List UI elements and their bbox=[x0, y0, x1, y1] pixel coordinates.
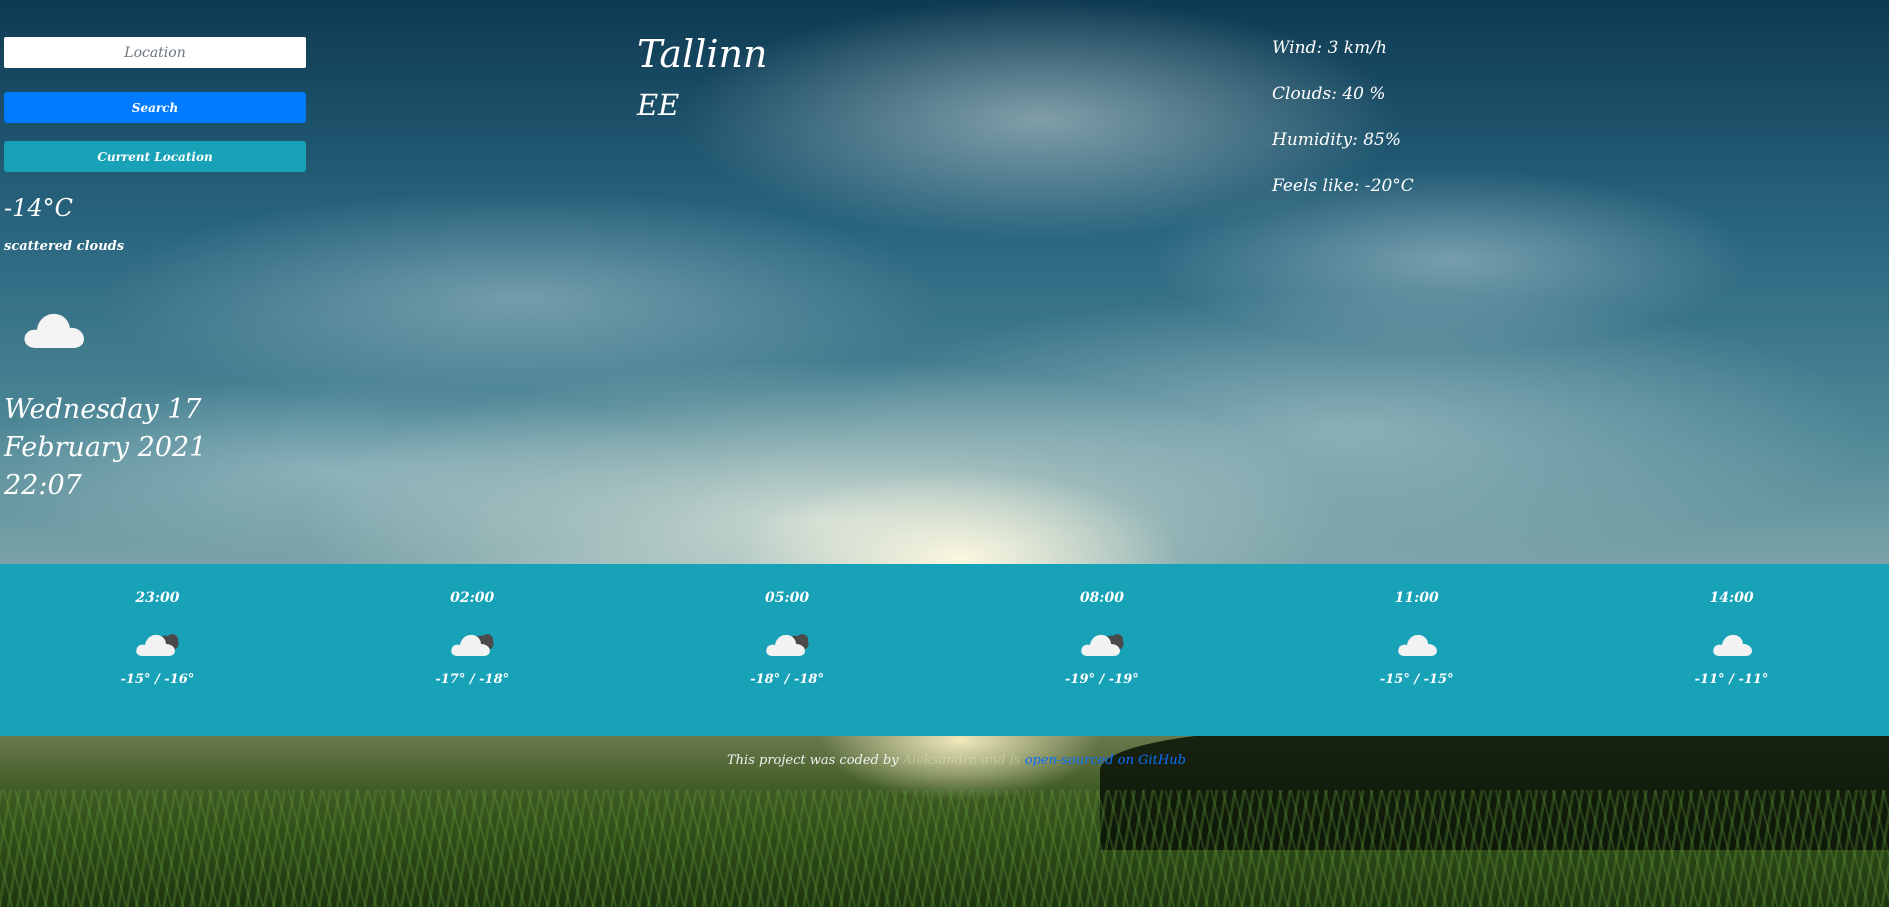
forecast-temps: -19° / -19° bbox=[1065, 672, 1139, 687]
forecast-temps: -17° / -18° bbox=[435, 672, 510, 687]
forecast-temps: -11° / -11° bbox=[1694, 672, 1769, 687]
github-link[interactable]: open-sourced on GitHub bbox=[1025, 753, 1186, 768]
forecast-item: 02:00 -17° / -18° bbox=[392, 564, 552, 736]
forecast-temps: -15° / -15° bbox=[1379, 672, 1454, 687]
background-image bbox=[0, 0, 1889, 907]
current-location-button[interactable]: Current Location bbox=[4, 141, 306, 172]
scattered-clouds-icon bbox=[451, 634, 494, 656]
scattered-clouds-icon bbox=[1081, 634, 1124, 656]
forecast-time: 02:00 bbox=[450, 590, 495, 606]
city-name: Tallinn bbox=[637, 32, 768, 76]
cloud-icon bbox=[1397, 634, 1437, 656]
forecast-temps: -18° / -18° bbox=[750, 672, 824, 687]
forecast-item: 11:00 -15° / -15° bbox=[1337, 564, 1497, 736]
footer-middle-text: and is bbox=[981, 753, 1025, 768]
humidity-detail: Humidity: 85% bbox=[1272, 130, 1402, 150]
footer-author: Aleksandra bbox=[902, 753, 977, 768]
forecast-strip: 23:00 -15° / -16° 02:00 -17° / -18° 05:0… bbox=[0, 564, 1889, 736]
forecast-item: 23:00 -15° / -16° bbox=[77, 564, 237, 736]
weather-description: scattered clouds bbox=[4, 239, 125, 254]
location-search-input[interactable] bbox=[4, 37, 306, 68]
forecast-time: 11:00 bbox=[1394, 590, 1439, 606]
weather-details: Wind: 3 km/h Clouds: 40 % Humidity: 85% … bbox=[1272, 38, 1414, 222]
current-datetime: Wednesday 17 February 2021 22:07 bbox=[4, 391, 264, 505]
date-line-2: February 2021 bbox=[4, 432, 207, 463]
date-line-1: Wednesday 17 bbox=[4, 394, 202, 425]
cloud-icon bbox=[24, 313, 84, 348]
scattered-clouds-icon bbox=[766, 634, 809, 656]
scattered-clouds-icon bbox=[136, 634, 180, 656]
footer: This project was coded by Aleksandra and… bbox=[727, 753, 1186, 768]
forecast-time: 05:00 bbox=[764, 590, 810, 606]
country-code: EE bbox=[637, 88, 680, 122]
forecast-item: 05:00 -18° / -18° bbox=[707, 564, 867, 736]
forecast-time: 23:00 bbox=[135, 590, 180, 606]
cloud-icon bbox=[1712, 634, 1752, 656]
search-button[interactable]: Search bbox=[4, 92, 306, 123]
current-temperature: -14°C bbox=[4, 194, 74, 222]
forecast-item: 14:00 -11° / -11° bbox=[1652, 564, 1812, 736]
wind-detail: Wind: 3 km/h bbox=[1272, 38, 1387, 58]
forecast-time: 08:00 bbox=[1079, 590, 1124, 606]
forecast-item: 08:00 -19° / -19° bbox=[1022, 564, 1182, 736]
current-time: 22:07 bbox=[4, 470, 82, 501]
forecast-time: 14:00 bbox=[1709, 590, 1754, 606]
feels-like-detail: Feels like: -20°C bbox=[1272, 176, 1414, 196]
footer-text: This project was coded by bbox=[727, 753, 899, 768]
forecast-temps: -15° / -16° bbox=[120, 672, 195, 687]
grass-blades bbox=[0, 790, 1889, 907]
clouds-detail: Clouds: 40 % bbox=[1272, 84, 1386, 104]
